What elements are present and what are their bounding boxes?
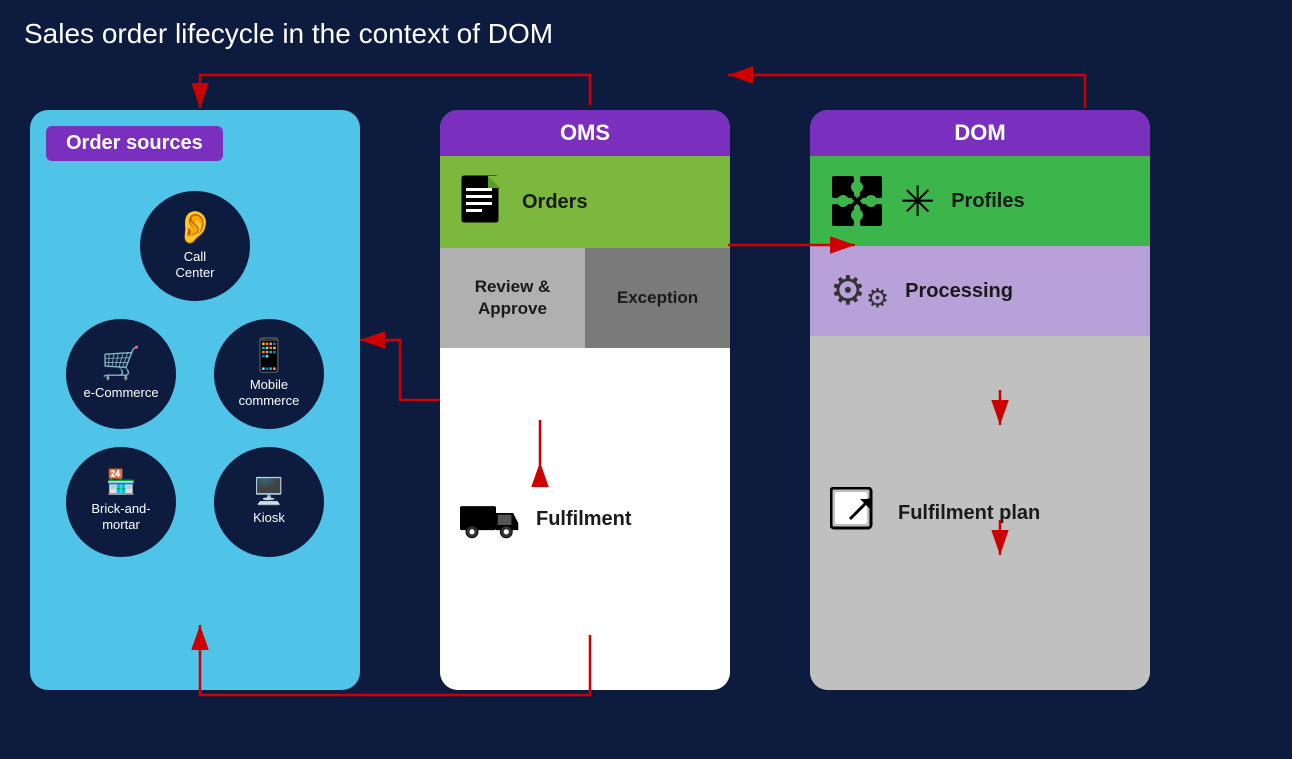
- ecommerce-label: e-Commerce: [83, 385, 158, 401]
- page-title: Sales order lifecycle in the context of …: [0, 0, 1292, 60]
- icons-grid: 👂 CallCenter 🛒 e-Commerce 📱 Mobilecommer…: [46, 181, 344, 567]
- order-sources-label: Order sources: [46, 126, 223, 161]
- call-center-icon: 👂: [175, 211, 215, 243]
- profiles-icon: [830, 174, 884, 228]
- oms-box: OMS Orders Review &Approve Exception: [440, 110, 730, 690]
- mobile-label: Mobilecommerce: [239, 377, 300, 408]
- oms-exception: Exception: [585, 248, 730, 348]
- processing-gears-icon: ⚙: [830, 268, 866, 314]
- dom-profiles-section: ✳ Profiles: [810, 156, 1150, 246]
- diagram-area: Order sources 👂 CallCenter 🛒 e-Commerce …: [0, 60, 1292, 740]
- oms-fulfilment-text: Fulfilment: [536, 508, 632, 531]
- brick-icon-circle: 🏪 Brick-and-mortar: [66, 447, 176, 557]
- truck-icon: [460, 497, 520, 541]
- oms-middle-section: Review &Approve Exception: [440, 248, 730, 348]
- mobile-icon-circle: 📱 Mobilecommerce: [214, 319, 324, 429]
- call-center-icon-circle: 👂 CallCenter: [140, 191, 250, 301]
- dom-processing-text: Processing: [905, 280, 1013, 303]
- fulfilment-plan-icon: [830, 487, 882, 539]
- processing-gear2-icon: ⚙: [866, 283, 889, 314]
- kiosk-label: Kiosk: [253, 510, 285, 526]
- document-icon: [460, 174, 506, 230]
- order-sources-box: Order sources 👂 CallCenter 🛒 e-Commerce …: [30, 110, 360, 690]
- kiosk-icon: 🖥️: [253, 478, 285, 504]
- dom-fulfilment-plan-text: Fulfilment plan: [898, 502, 1040, 525]
- oms-fulfilment-section: Fulfilment: [440, 348, 730, 690]
- ecommerce-icon-circle: 🛒 e-Commerce: [66, 319, 176, 429]
- call-center-label: CallCenter: [175, 249, 214, 280]
- oms-header: OMS: [440, 110, 730, 156]
- kiosk-icon-circle: 🖥️ Kiosk: [214, 447, 324, 557]
- oms-review-approve: Review &Approve: [440, 248, 585, 348]
- brick-label: Brick-and-mortar: [91, 501, 150, 532]
- mobile-icon: 📱: [249, 339, 289, 371]
- profiles-puzzle-icon: ✳: [900, 177, 935, 226]
- brick-icon: 🏪: [106, 471, 136, 495]
- oms-orders-text: Orders: [522, 191, 588, 214]
- dom-profiles-text: Profiles: [951, 190, 1024, 213]
- dom-box: DOM ✳: [810, 110, 1150, 690]
- oms-orders-section: Orders: [440, 156, 730, 248]
- ecommerce-icon: 🛒: [101, 347, 141, 379]
- dom-processing-section: ⚙ ⚙ Processing: [810, 246, 1150, 336]
- dom-fulfilment-plan-section: Fulfilment plan: [810, 336, 1150, 690]
- dom-header: DOM: [810, 110, 1150, 156]
